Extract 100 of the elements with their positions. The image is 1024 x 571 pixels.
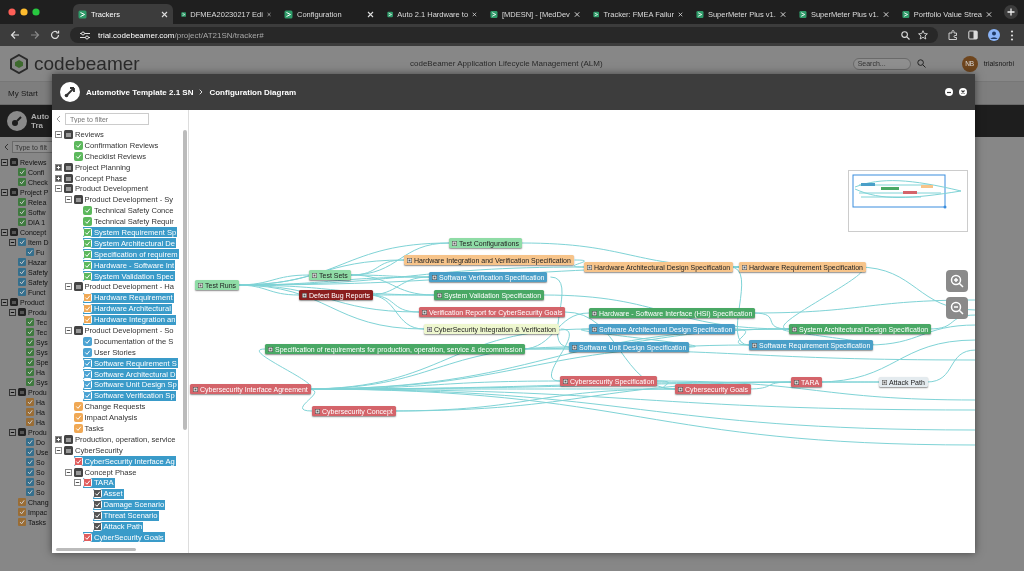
folder-icon bbox=[73, 282, 83, 292]
project-icon bbox=[7, 111, 27, 131]
address-bar[interactable]: trial.codebeamer.com/project/AT21SN/tracker# bbox=[70, 27, 938, 43]
expand-toggle[interactable] bbox=[64, 326, 72, 334]
breadcrumb-separator-icon bbox=[199, 89, 204, 95]
tracker-icon bbox=[572, 344, 577, 350]
favicon-icon bbox=[387, 9, 394, 19]
tracker-icon bbox=[312, 272, 317, 278]
folder-icon bbox=[10, 298, 18, 306]
favicon-icon bbox=[902, 9, 910, 19]
menu-icon[interactable] bbox=[1010, 29, 1014, 41]
new-tab-icon[interactable] bbox=[1004, 5, 1018, 19]
scrollbar[interactable] bbox=[56, 548, 136, 551]
favicon-icon bbox=[181, 9, 187, 19]
collapse-icon[interactable] bbox=[56, 115, 61, 123]
folder-icon bbox=[64, 173, 73, 183]
expand-toggle[interactable] bbox=[1, 298, 8, 306]
folder-icon bbox=[73, 467, 83, 477]
tracker-icon bbox=[752, 342, 757, 348]
folder-icon bbox=[73, 325, 83, 335]
favicon-icon bbox=[284, 9, 293, 19]
zoom-icon[interactable] bbox=[901, 30, 910, 40]
folder-icon bbox=[10, 188, 18, 196]
expand-toggle[interactable] bbox=[64, 468, 72, 476]
folder-icon bbox=[64, 162, 73, 172]
tracker-icon bbox=[198, 282, 203, 288]
back-icon[interactable] bbox=[10, 30, 20, 40]
zoom-in-button[interactable] bbox=[946, 270, 968, 292]
expand-toggle[interactable] bbox=[55, 446, 62, 454]
expand-toggle[interactable] bbox=[64, 283, 72, 291]
tracker-icon bbox=[742, 264, 747, 270]
expand-toggle[interactable] bbox=[1, 188, 8, 196]
favicon-icon bbox=[593, 9, 600, 19]
folder-icon bbox=[18, 308, 26, 316]
nav-tab[interactable]: My Start bbox=[8, 88, 38, 98]
tracker-icon bbox=[794, 379, 799, 385]
expand-toggle[interactable] bbox=[1, 228, 8, 236]
tracker-icon bbox=[407, 257, 412, 263]
folder-icon bbox=[64, 445, 73, 455]
favicon-icon bbox=[78, 9, 87, 19]
favicon-icon bbox=[799, 9, 807, 19]
forward-icon[interactable] bbox=[30, 30, 40, 40]
tracker-icon bbox=[315, 408, 320, 414]
expand-toggle[interactable] bbox=[55, 174, 62, 182]
folder-icon bbox=[64, 184, 73, 194]
folder-icon bbox=[18, 388, 26, 396]
expand-toggle[interactable] bbox=[9, 308, 16, 316]
tracker-icon bbox=[592, 326, 597, 332]
breadcrumb-item: Configuration Diagram bbox=[209, 87, 297, 97]
zoom-out-icon bbox=[950, 301, 964, 315]
tracker-icon bbox=[678, 386, 683, 392]
window-controls-icon[interactable] bbox=[8, 8, 42, 16]
project-title: Auto bbox=[31, 112, 50, 121]
collapse-icon[interactable] bbox=[4, 143, 9, 151]
folder-icon bbox=[64, 434, 73, 444]
favicon-icon bbox=[490, 9, 498, 19]
zoom-in-icon bbox=[950, 274, 964, 288]
expand-toggle[interactable] bbox=[74, 479, 81, 487]
tracker-icon bbox=[587, 264, 592, 270]
folder-icon bbox=[64, 129, 73, 139]
profile-icon[interactable] bbox=[988, 29, 1000, 41]
expand-toggle[interactable] bbox=[1, 158, 8, 166]
url-text: trial.codebeamer.com/project/AT21SN/tracker# bbox=[98, 30, 264, 40]
expand-toggle[interactable] bbox=[55, 185, 62, 193]
logo-text: codebeamer bbox=[34, 52, 141, 75]
bookmark-star-icon[interactable] bbox=[918, 30, 928, 40]
close-icon[interactable] bbox=[959, 88, 967, 96]
search-icon[interactable] bbox=[916, 59, 926, 68]
diagram-icon bbox=[60, 82, 80, 102]
tracker-icon bbox=[882, 379, 887, 385]
expand-toggle[interactable] bbox=[9, 388, 16, 396]
tracker-icon bbox=[268, 346, 273, 352]
tracker-icon bbox=[432, 274, 437, 280]
expand-toggle[interactable] bbox=[9, 238, 16, 246]
expand-toggle[interactable] bbox=[55, 163, 62, 171]
expand-toggle[interactable] bbox=[55, 130, 62, 138]
logo-icon bbox=[10, 53, 28, 74]
expand-toggle[interactable] bbox=[64, 196, 72, 204]
tracker-icon bbox=[792, 326, 797, 332]
scrollbar[interactable] bbox=[183, 130, 187, 430]
tracker-icon bbox=[427, 326, 432, 332]
extensions-icon[interactable] bbox=[948, 30, 958, 40]
app-title: codeBeamer Application Lifecycle Management (ALM) bbox=[410, 59, 604, 68]
reload-icon[interactable] bbox=[50, 30, 60, 40]
tracker-icon bbox=[422, 309, 427, 315]
tracker-icon bbox=[592, 310, 597, 316]
tracker-icon bbox=[563, 378, 568, 384]
breadcrumb-item: Automotive Template 2.1 SN bbox=[86, 87, 194, 97]
minimize-icon[interactable] bbox=[945, 88, 953, 96]
folder-icon bbox=[10, 228, 18, 236]
tracker-icon bbox=[452, 240, 457, 246]
tracker-icon bbox=[302, 292, 307, 298]
expand-toggle[interactable] bbox=[55, 435, 62, 443]
folder-icon bbox=[73, 195, 83, 205]
tracker-icon bbox=[437, 292, 442, 298]
expand-toggle[interactable] bbox=[9, 428, 16, 436]
side-panel-icon[interactable] bbox=[968, 30, 978, 40]
site-settings-icon[interactable] bbox=[80, 30, 90, 40]
folder-icon bbox=[10, 158, 18, 166]
zoom-out-button[interactable] bbox=[946, 297, 968, 319]
